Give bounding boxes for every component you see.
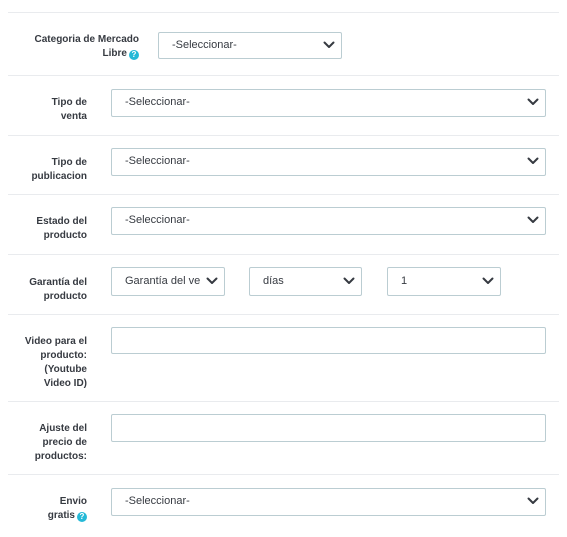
tipo-venta-select[interactable]: -Seleccionar- [111, 89, 546, 117]
label-line: producto: [40, 350, 87, 361]
select-value: días [263, 275, 284, 287]
chevron-down-icon [343, 276, 355, 286]
label-line: gratis [47, 510, 75, 521]
label-line: producto [43, 291, 87, 302]
garantia-unit-select[interactable]: días [249, 267, 362, 296]
label-line: Estado del [36, 216, 87, 227]
chevron-down-icon [527, 156, 539, 166]
chevron-down-icon [206, 276, 218, 286]
row-ajuste-precio: Ajuste del precio de productos: [8, 401, 559, 475]
select-value: Garantía del ve [125, 275, 201, 287]
price-adjustment-input[interactable] [111, 414, 546, 442]
row-tipo-venta: Tipo de venta -Seleccionar- [8, 75, 559, 136]
label-line: Tipo de [51, 157, 87, 168]
select-value: -Seleccionar- [125, 96, 190, 108]
video-id-input[interactable] [111, 327, 546, 354]
label-tipo-venta: Tipo de venta [8, 96, 87, 124]
garantia-amount-select[interactable]: 1 [387, 267, 501, 296]
envio-gratis-select[interactable]: -Seleccionar- [111, 488, 546, 516]
select-value: -Seleccionar- [125, 214, 190, 226]
select-value: -Seleccionar- [125, 155, 190, 167]
select-value: -Seleccionar- [125, 495, 190, 507]
tipo-publicacion-select[interactable]: -Seleccionar- [111, 148, 546, 176]
label-line: Ajuste del [39, 423, 87, 434]
label-line: (Youtube [44, 364, 87, 375]
chevron-down-icon [527, 496, 539, 506]
categoria-select[interactable]: -Seleccionar- [158, 32, 342, 59]
row-envio-gratis: Envio gratis? -Seleccionar- [8, 474, 559, 535]
label-line: venta [60, 111, 87, 122]
select-value: 1 [401, 275, 408, 287]
chevron-down-icon [323, 40, 335, 50]
label-line: Video para el [24, 336, 87, 347]
chevron-down-icon [482, 276, 494, 286]
label-line: productos: [34, 451, 87, 462]
label-line: Garantía del [29, 277, 87, 288]
label-line: Categoria de Mercado [34, 34, 139, 45]
label-line: Envio [59, 496, 87, 507]
label-line: precio de [42, 437, 87, 448]
label-line: publicacion [31, 171, 87, 182]
label-line: Libre [102, 48, 127, 59]
label-garantia: Garantía del producto [8, 276, 87, 304]
label-video: Video para el producto: (Youtube Video I… [8, 335, 87, 391]
chevron-down-icon [527, 215, 539, 225]
question-circle-icon[interactable]: ? [129, 50, 139, 60]
row-tipo-publicacion: Tipo de publicacion -Seleccionar- [8, 135, 559, 195]
label-envio-gratis: Envio gratis? [8, 495, 87, 523]
mercadolibre-product-form: Categoria de Mercado Libre? -Seleccionar… [0, 0, 567, 537]
question-circle-icon[interactable]: ? [77, 512, 87, 522]
chevron-down-icon [527, 97, 539, 107]
row-estado-producto: Estado del producto -Seleccionar- [8, 194, 559, 255]
label-line: Tipo de [51, 97, 87, 108]
label-ajuste-precio: Ajuste del precio de productos: [8, 422, 87, 464]
label-line: Video ID) [43, 378, 87, 389]
select-value: -Seleccionar- [172, 39, 237, 51]
label-tipo-publicacion: Tipo de publicacion [8, 156, 87, 184]
estado-producto-select[interactable]: -Seleccionar- [111, 207, 546, 235]
row-video: Video para el producto: (Youtube Video I… [8, 314, 559, 402]
row-garantia: Garantía del producto Garantía del ve dí… [8, 254, 559, 315]
label-estado-producto: Estado del producto [8, 215, 87, 243]
label-line: producto [43, 230, 87, 241]
label-categoria: Categoria de Mercado Libre? [8, 33, 139, 61]
garantia-type-select[interactable]: Garantía del ve [111, 267, 225, 296]
row-categoria: Categoria de Mercado Libre? -Seleccionar… [8, 12, 559, 76]
